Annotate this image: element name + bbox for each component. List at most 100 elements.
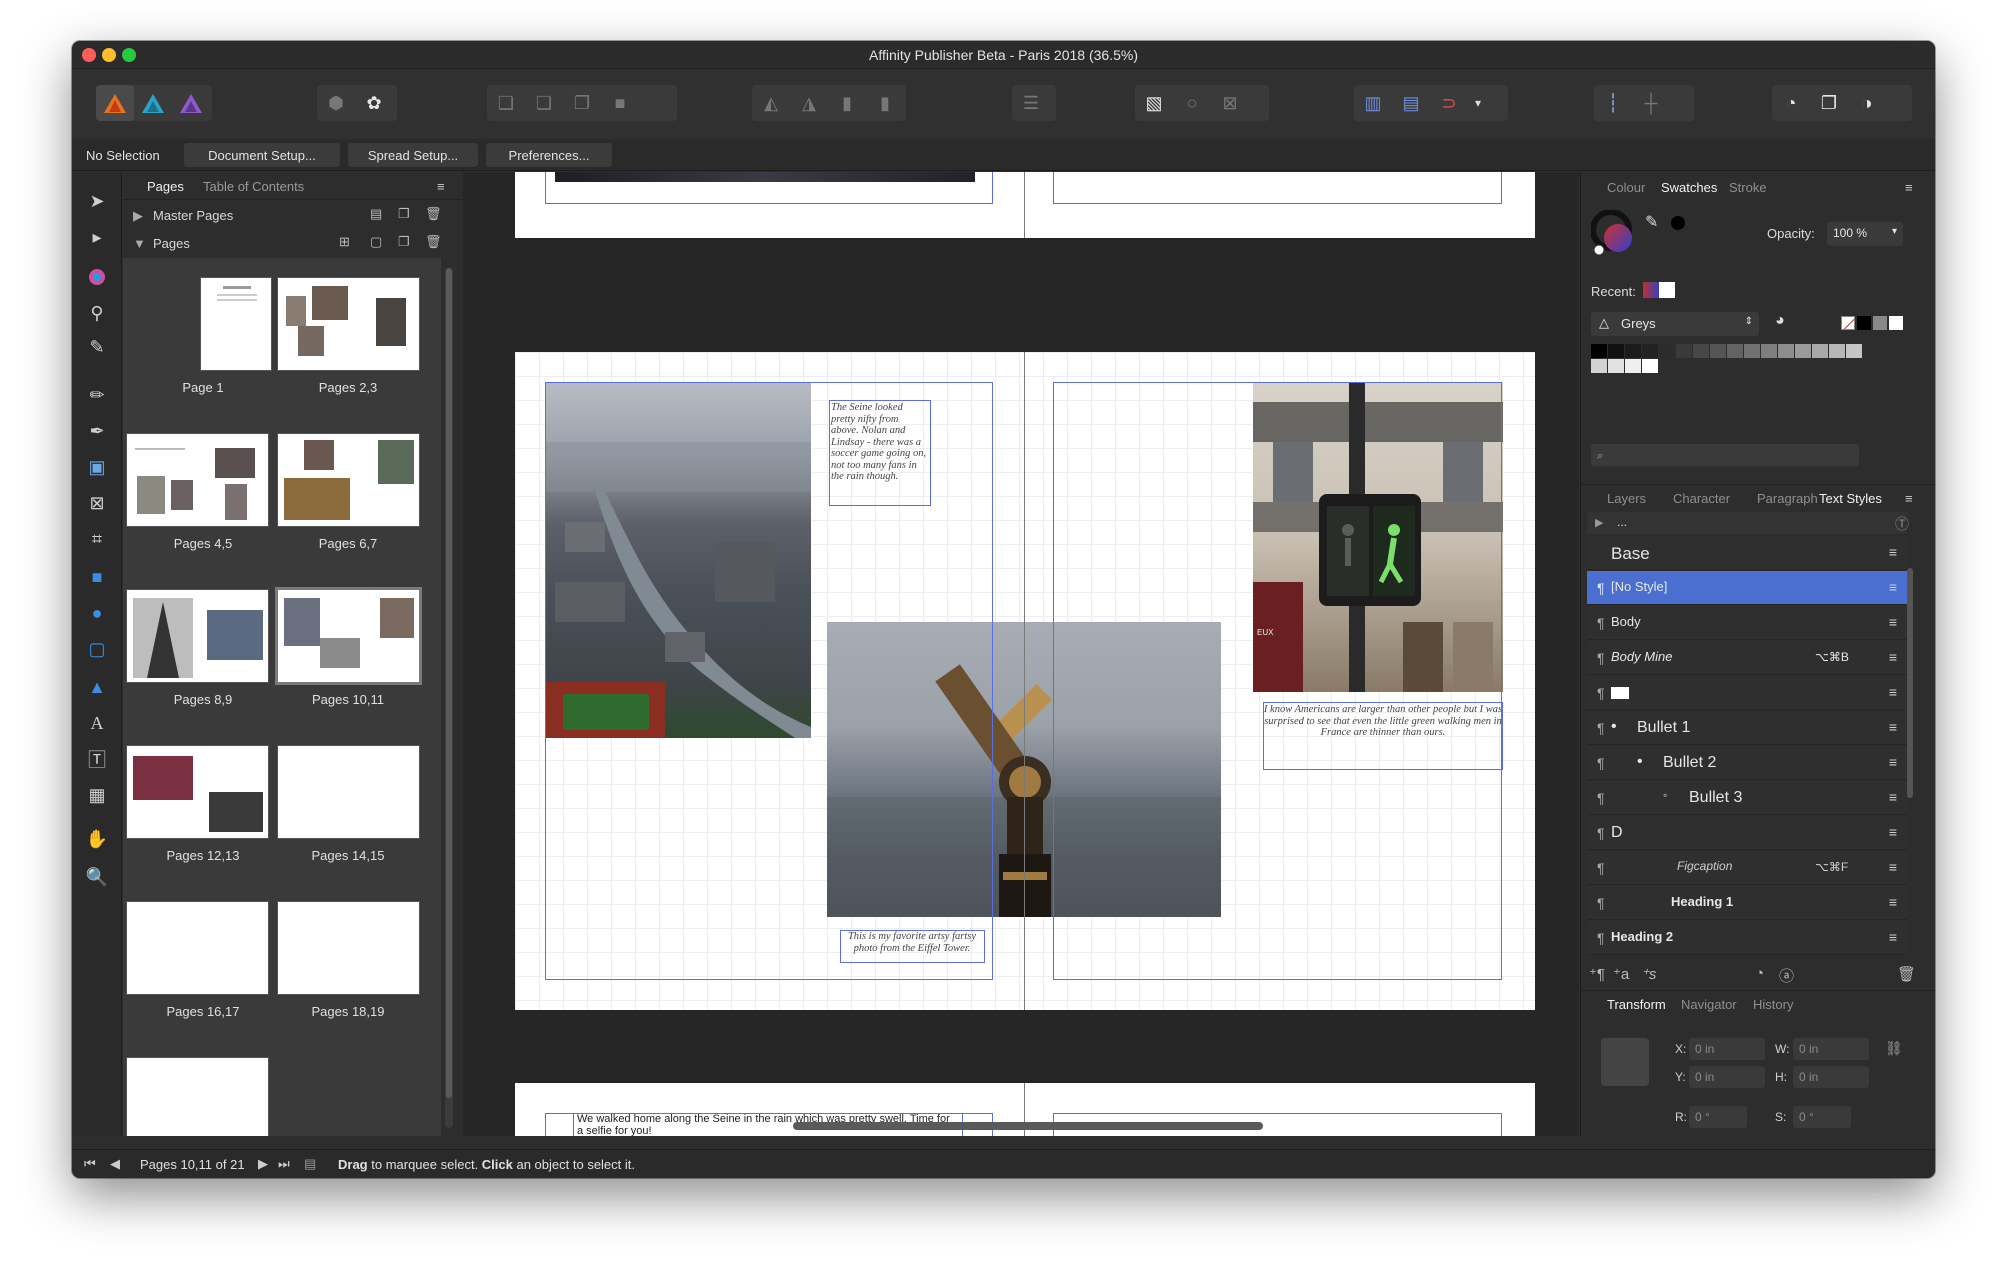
preferences-button[interactable]: Preferences... — [486, 143, 612, 167]
picture-frame-tool-icon[interactable]: ▣ — [80, 452, 114, 482]
x-field[interactable]: 0 in — [1689, 1038, 1765, 1060]
style-figcaption[interactable]: ¶ Figcaption ⌥⌘F ≡ — [1587, 851, 1907, 885]
style-menu-icon[interactable]: ≡ — [1889, 789, 1897, 805]
ellipse-tool-icon[interactable]: ● — [80, 598, 114, 628]
lock-aspect-icon[interactable]: ⛓ — [1885, 1040, 1903, 1057]
style-bullet-3[interactable]: ¶ ◦ Bullet 3 ≡ — [1587, 781, 1907, 815]
style-bullet-1[interactable]: ¶ • Bullet 1 ≡ — [1587, 711, 1907, 745]
new-group-style-icon[interactable]: ⁺s — [1641, 965, 1656, 983]
y-field[interactable]: 0 in — [1689, 1066, 1765, 1088]
recent-swatch[interactable] — [1659, 282, 1675, 298]
align-icon[interactable]: ☰ — [1012, 85, 1050, 121]
black-swatch[interactable] — [1857, 316, 1871, 330]
anchor-point-selector[interactable] — [1601, 1038, 1649, 1086]
opacity-field[interactable]: 100 % ▾ — [1827, 222, 1903, 246]
thumb-pages-4-5[interactable] — [127, 434, 268, 526]
move-back-icon[interactable]: ❏ — [487, 85, 525, 121]
baseline-grid-icon[interactable]: ▤ — [1392, 85, 1430, 121]
style-swatch-row[interactable]: ¶ ≡ — [1587, 676, 1907, 710]
preview-mode-icon[interactable]: ▧ — [1135, 85, 1173, 121]
none-swatch[interactable] — [1841, 316, 1855, 330]
thumb-pages-2-3[interactable] — [278, 278, 419, 370]
style-no-style[interactable]: ¶ [No Style] ≡ — [1587, 571, 1907, 605]
crop-tool-icon[interactable]: ⌗ — [80, 524, 114, 554]
tab-pages[interactable]: Pages — [147, 179, 184, 194]
snapping-magnet-icon[interactable]: ⊃ — [1430, 85, 1468, 121]
table-tool-icon[interactable]: ▦ — [80, 780, 114, 810]
previous-page-icon[interactable]: ◀ — [110, 1156, 120, 1172]
tab-text-styles[interactable]: Text Styles — [1819, 491, 1882, 506]
style-bullet-2[interactable]: ¶ • Bullet 2 ≡ — [1587, 746, 1907, 780]
spread-top[interactable] — [515, 172, 1535, 238]
thumb-pages-10-11[interactable] — [278, 590, 419, 682]
new-character-style-icon[interactable]: ⁺a — [1613, 965, 1629, 983]
page-indicator[interactable]: Pages 10,11 of 21 — [140, 1157, 245, 1172]
white-swatch[interactable] — [1889, 316, 1903, 330]
w-field[interactable]: 0 in — [1793, 1038, 1869, 1060]
thumb-page-1[interactable] — [201, 278, 271, 370]
style-menu-icon[interactable]: ≡ — [1889, 859, 1897, 875]
clear-paragraph-icon[interactable]: ◔ — [1755, 965, 1764, 982]
spread-pages-10-11[interactable]: The Seine looked pretty nifty from above… — [515, 352, 1535, 1010]
canvas-horizontal-scrollbar[interactable] — [793, 1122, 1263, 1130]
style-menu-icon[interactable]: ≡ — [1889, 649, 1897, 665]
text-frame-icon[interactable]: ▥ — [1354, 85, 1392, 121]
panel-menu-icon[interactable]: ≡ — [1905, 491, 1913, 506]
transparency-tool-icon[interactable]: ⚲ — [80, 298, 114, 328]
style-menu-icon[interactable]: ≡ — [1889, 894, 1897, 910]
style-menu-icon[interactable]: ≡ — [1889, 614, 1897, 630]
tab-navigator[interactable]: Navigator — [1681, 997, 1737, 1012]
swatch-search-input[interactable]: ⌕ — [1591, 444, 1859, 466]
node-tool-icon[interactable]: ▸ — [80, 222, 114, 252]
designer-persona-icon[interactable] — [134, 85, 172, 121]
tab-table-of-contents[interactable]: Table of Contents — [203, 179, 304, 194]
thumb-pages-16-17[interactable] — [127, 902, 268, 994]
photo-persona-icon[interactable] — [172, 85, 210, 121]
style-group-base[interactable]: Base ≡ — [1587, 536, 1907, 570]
zoom-tool-icon[interactable]: 🔍 — [80, 862, 114, 892]
move-tool-icon[interactable]: ➤ — [80, 186, 114, 216]
grey-swatch[interactable] — [1873, 316, 1887, 330]
add-page-icon[interactable]: ▢ — [370, 234, 382, 250]
rotate-right-icon[interactable]: ▮ — [866, 85, 904, 121]
tab-stroke[interactable]: Stroke — [1729, 180, 1767, 195]
r-field[interactable]: 0 ° — [1689, 1106, 1747, 1128]
pages-menu-icon[interactable]: ▤ — [304, 1156, 316, 1172]
vector-crop-tool-icon[interactable]: ⊠ — [80, 488, 114, 518]
pages-scrollbar[interactable] — [445, 268, 453, 1128]
hand-tool-icon[interactable]: ✋ — [80, 824, 114, 854]
style-menu-icon[interactable]: ≡ — [1889, 544, 1897, 560]
delete-style-icon[interactable]: 🗑 — [1897, 965, 1916, 983]
panel-menu-icon[interactable]: ≡ — [1905, 180, 1913, 195]
thumb-pages-12-13[interactable] — [127, 746, 268, 838]
style-menu-icon[interactable]: ≡ — [1889, 929, 1897, 945]
insert-pages-icon[interactable]: ⊞ — [339, 234, 350, 250]
eyedropper-icon[interactable]: ✎ — [1645, 212, 1658, 232]
move-forward-icon[interactable]: ❏ — [525, 85, 563, 121]
fill-stroke-widget[interactable] — [1590, 209, 1639, 258]
link-icon[interactable]: ◔ — [1772, 85, 1810, 121]
studio-icon[interactable]: ◑ — [1848, 85, 1886, 121]
fill-tool-icon[interactable] — [80, 262, 114, 292]
tab-colour[interactable]: Colour — [1607, 180, 1645, 195]
duplicate-master-icon[interactable]: ❐ — [398, 206, 410, 222]
delete-page-icon[interactable]: 🗑 — [425, 234, 442, 250]
recent-swatch[interactable] — [1643, 282, 1659, 298]
play-icon[interactable]: ▶ — [1595, 516, 1603, 529]
tab-transform[interactable]: Transform — [1607, 997, 1666, 1012]
insert-break-icon[interactable]: ┆ — [1594, 85, 1632, 121]
collapse-arrow-icon[interactable]: ▼ — [133, 236, 146, 251]
rounded-rectangle-tool-icon[interactable]: ▢ — [80, 634, 114, 664]
pen-tool-icon[interactable]: ✒ — [80, 416, 114, 446]
style-body[interactable]: ¶ Body ≡ — [1587, 606, 1907, 640]
photo-eiffel-top[interactable] — [555, 172, 975, 182]
thumb-pages-6-7[interactable] — [278, 434, 419, 526]
guides-icon[interactable]: ┼ — [1632, 85, 1670, 121]
last-page-icon[interactable]: ⏭ — [278, 1156, 290, 1172]
style-options-icon[interactable]: Ⓣ — [1895, 514, 1909, 534]
style-drop-cap[interactable]: ¶ D ≡ — [1587, 816, 1907, 850]
triangle-tool-icon[interactable]: ▲ — [80, 672, 114, 702]
greys-swatches[interactable] — [1591, 344, 1871, 373]
delete-master-icon[interactable]: 🗑 — [425, 206, 442, 222]
styles-scrollbar[interactable] — [1907, 568, 1913, 798]
